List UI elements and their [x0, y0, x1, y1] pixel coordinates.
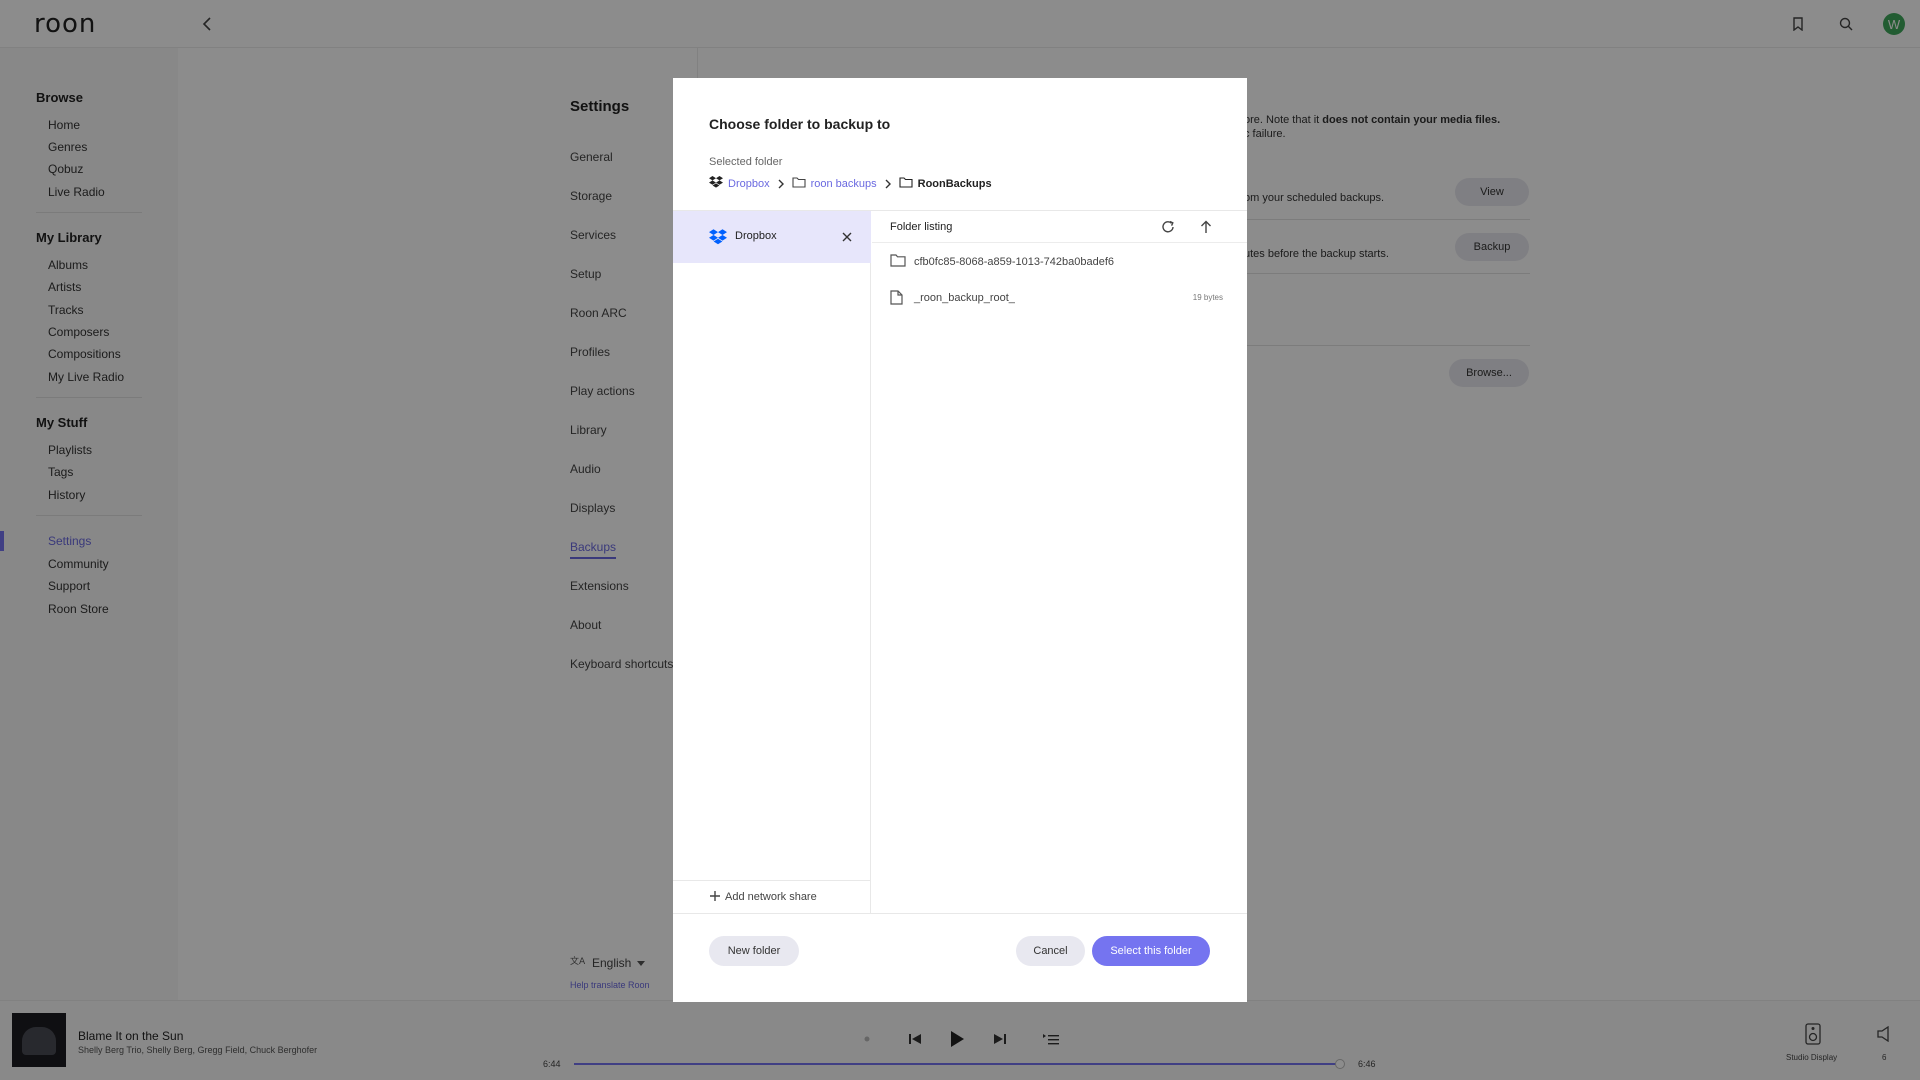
choose-folder-dialog: Choose folder to backup to Selected fold…	[673, 78, 1247, 1002]
file-icon	[890, 290, 903, 310]
folder-listing-title: Folder listing	[890, 221, 953, 233]
breadcrumb-label: roon backups	[810, 177, 877, 190]
folder-icon	[792, 176, 806, 191]
entry-name: cfb0fc85-8068-a859-1013-742ba0badef6	[914, 256, 1114, 268]
new-folder-button[interactable]: New folder	[709, 936, 799, 966]
plus-icon	[709, 890, 721, 905]
cancel-button[interactable]: Cancel	[1016, 936, 1085, 966]
dropbox-icon	[709, 229, 727, 250]
breadcrumb-label: Dropbox	[728, 177, 770, 190]
source-item-dropbox[interactable]: Dropbox	[673, 211, 871, 263]
selected-folder-label: Selected folder	[709, 156, 783, 168]
entry-name: _roon_backup_root_	[914, 292, 1015, 304]
add-network-share-button[interactable]: Add network share	[673, 880, 871, 913]
arrow-up-icon[interactable]	[1197, 218, 1215, 236]
folder-entry[interactable]: cfb0fc85-8068-a859-1013-742ba0badef6	[872, 245, 1247, 279]
breadcrumb-roon-backups[interactable]: roon backups	[792, 176, 877, 191]
source-label: Dropbox	[735, 230, 777, 242]
folder-listing-header: Folder listing	[872, 211, 1247, 243]
close-icon[interactable]	[839, 229, 855, 245]
refresh-icon[interactable]	[1159, 218, 1177, 236]
add-network-share-label: Add network share	[725, 891, 817, 903]
roon-app: roon W Browse Home Genres Qobuz Live Rad…	[0, 0, 1920, 1080]
dialog-title: Choose folder to backup to	[709, 116, 891, 132]
select-folder-button[interactable]: Select this folder	[1092, 936, 1210, 966]
breadcrumb-dropbox[interactable]: Dropbox	[709, 176, 770, 191]
breadcrumb-roonbackups: RoonBackups	[899, 176, 992, 191]
folder-icon	[899, 176, 913, 191]
folder-browser: Dropbox Add network share Folder listing	[673, 210, 1247, 914]
dropbox-icon	[709, 176, 723, 191]
entry-size: 19 bytes	[1192, 293, 1223, 302]
sources-pane: Dropbox Add network share	[673, 211, 871, 913]
breadcrumb-label: RoonBackups	[917, 177, 992, 190]
chevron-right-icon	[885, 179, 891, 189]
folder-listing-pane: Folder listing cfb0fc85-8068-a859-1013-7…	[872, 211, 1247, 913]
chevron-right-icon	[778, 179, 784, 189]
file-entry[interactable]: _roon_backup_root_ 19 bytes	[872, 281, 1247, 315]
folder-icon	[890, 254, 906, 272]
breadcrumb: Dropbox roon backups RoonBackups	[709, 176, 992, 191]
